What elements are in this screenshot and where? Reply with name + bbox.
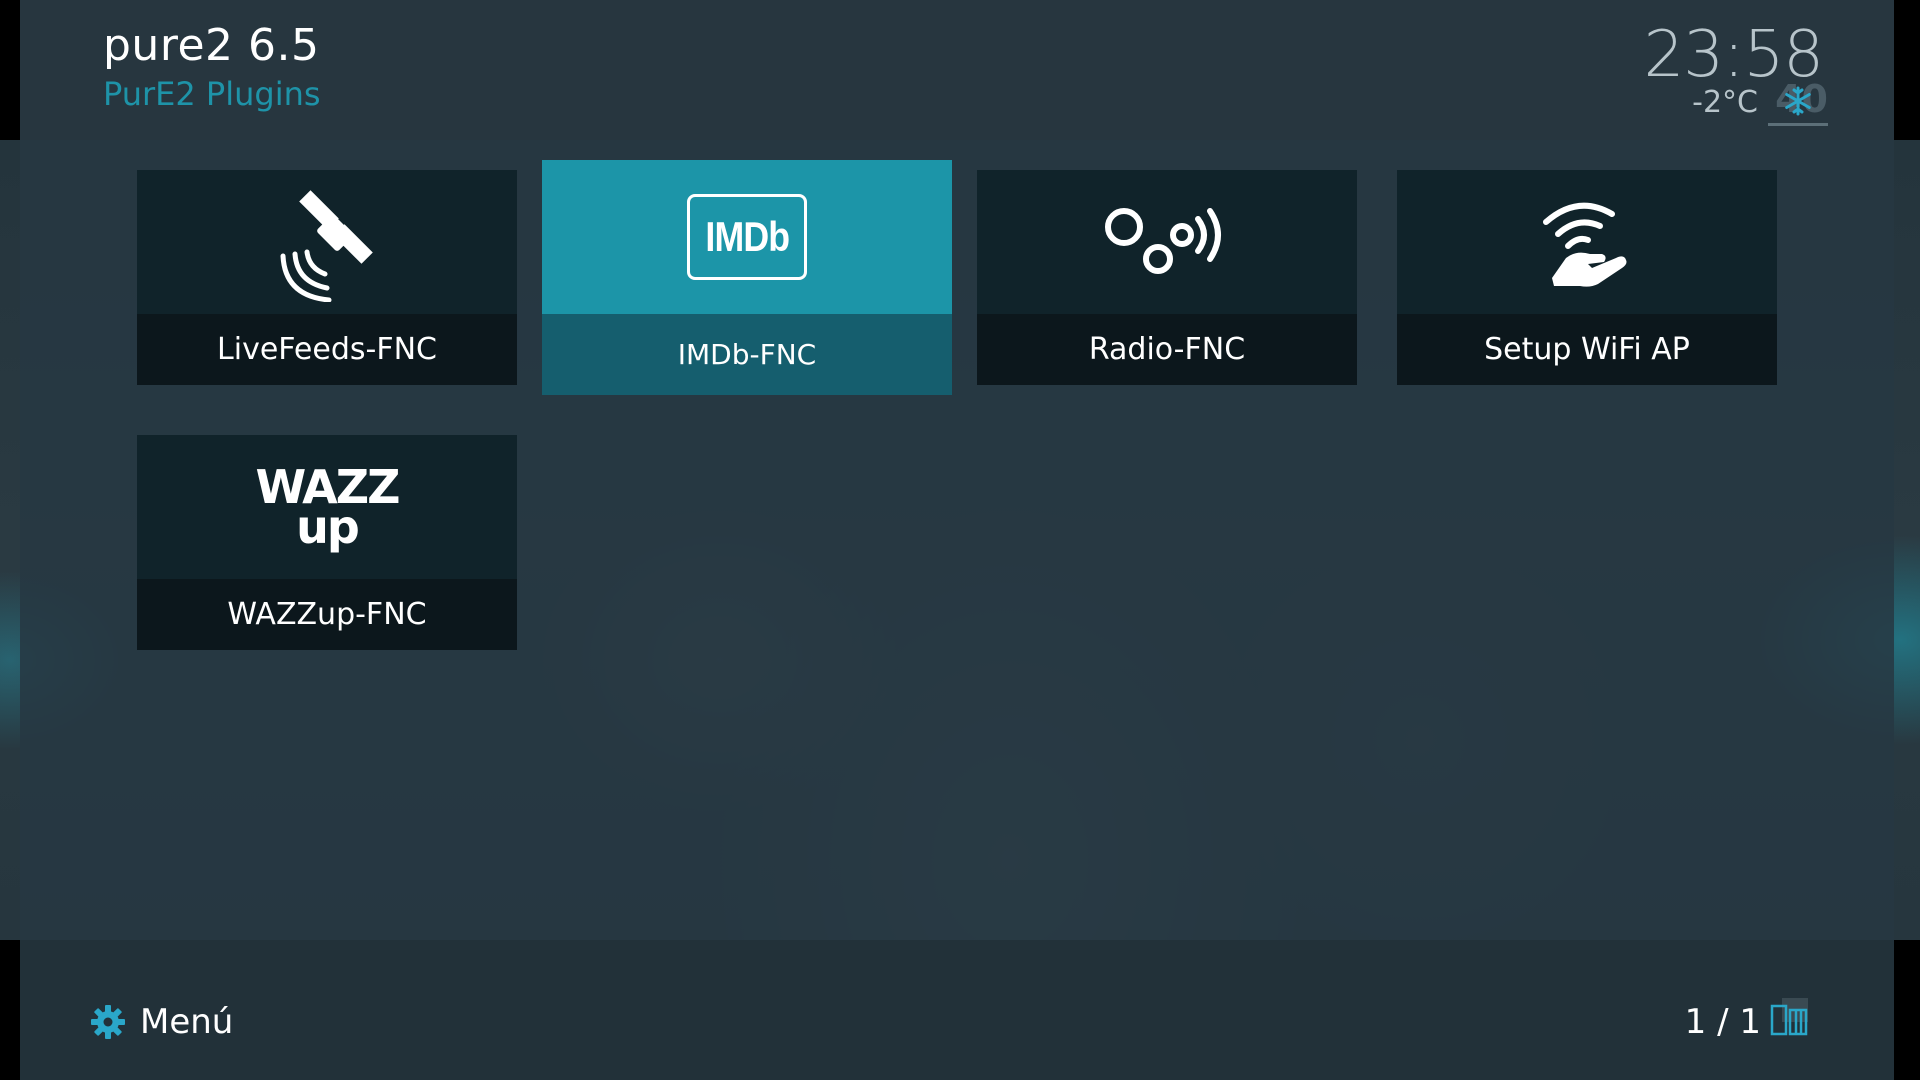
- tile-livefeeds-fnc[interactable]: LiveFeeds-FNC: [137, 170, 517, 385]
- page-title: pure2 6.5: [103, 20, 320, 71]
- tile-art: WAZZ up: [137, 435, 517, 579]
- temperature: -2°C: [1692, 84, 1758, 120]
- radio-waves-icon: [1105, 208, 1221, 274]
- tile-label: LiveFeeds-FNC: [137, 314, 517, 385]
- tile-setup-wifi-ap[interactable]: Setup WiFi AP: [1397, 170, 1777, 385]
- tile-label: IMDb-FNC: [542, 314, 952, 395]
- tile-art: [977, 170, 1357, 314]
- tile-art: [1397, 170, 1777, 314]
- screen: pure2 6.5 PurE2 Plugins 23:58 -2°C 40 Li…: [0, 0, 1920, 1080]
- wazzup-logo: WAZZ up: [256, 464, 401, 554]
- tile-label: Setup WiFi AP: [1397, 314, 1777, 385]
- wazzup-logo-line2: up: [296, 500, 360, 554]
- weather-widget: -2°C 40: [1692, 77, 1828, 126]
- tile-label: Radio-FNC: [977, 314, 1357, 385]
- tile-wazzup-fnc[interactable]: WAZZ up WAZZup-FNC: [137, 435, 517, 650]
- imdb-logo-text: IMDb: [705, 213, 790, 260]
- view-mode-icon[interactable]: [1770, 998, 1810, 1038]
- wifi-hand-icon: [1543, 202, 1627, 287]
- satellite-icon: [280, 190, 373, 302]
- page-indicator: 1 / 1: [1684, 1002, 1761, 1042]
- gear-icon: [91, 1005, 125, 1039]
- imdb-logo: IMDb: [687, 194, 807, 280]
- footer-bar: Menú 1 / 1: [20, 940, 1894, 1080]
- tile-art: [137, 170, 517, 314]
- page-subtitle: PurE2 Plugins: [103, 75, 321, 113]
- tile-label: WAZZup-FNC: [137, 579, 517, 650]
- menu-label: Menú: [140, 1002, 234, 1042]
- weather-icon-box: 40: [1768, 77, 1828, 126]
- tile-imdb-fnc[interactable]: IMDb IMDb-FNC: [542, 160, 952, 395]
- tile-radio-fnc[interactable]: Radio-FNC: [977, 170, 1357, 385]
- menu-button[interactable]: Menú: [90, 1002, 233, 1042]
- snowflake-icon: [1785, 86, 1811, 115]
- tile-art: IMDb: [542, 160, 952, 314]
